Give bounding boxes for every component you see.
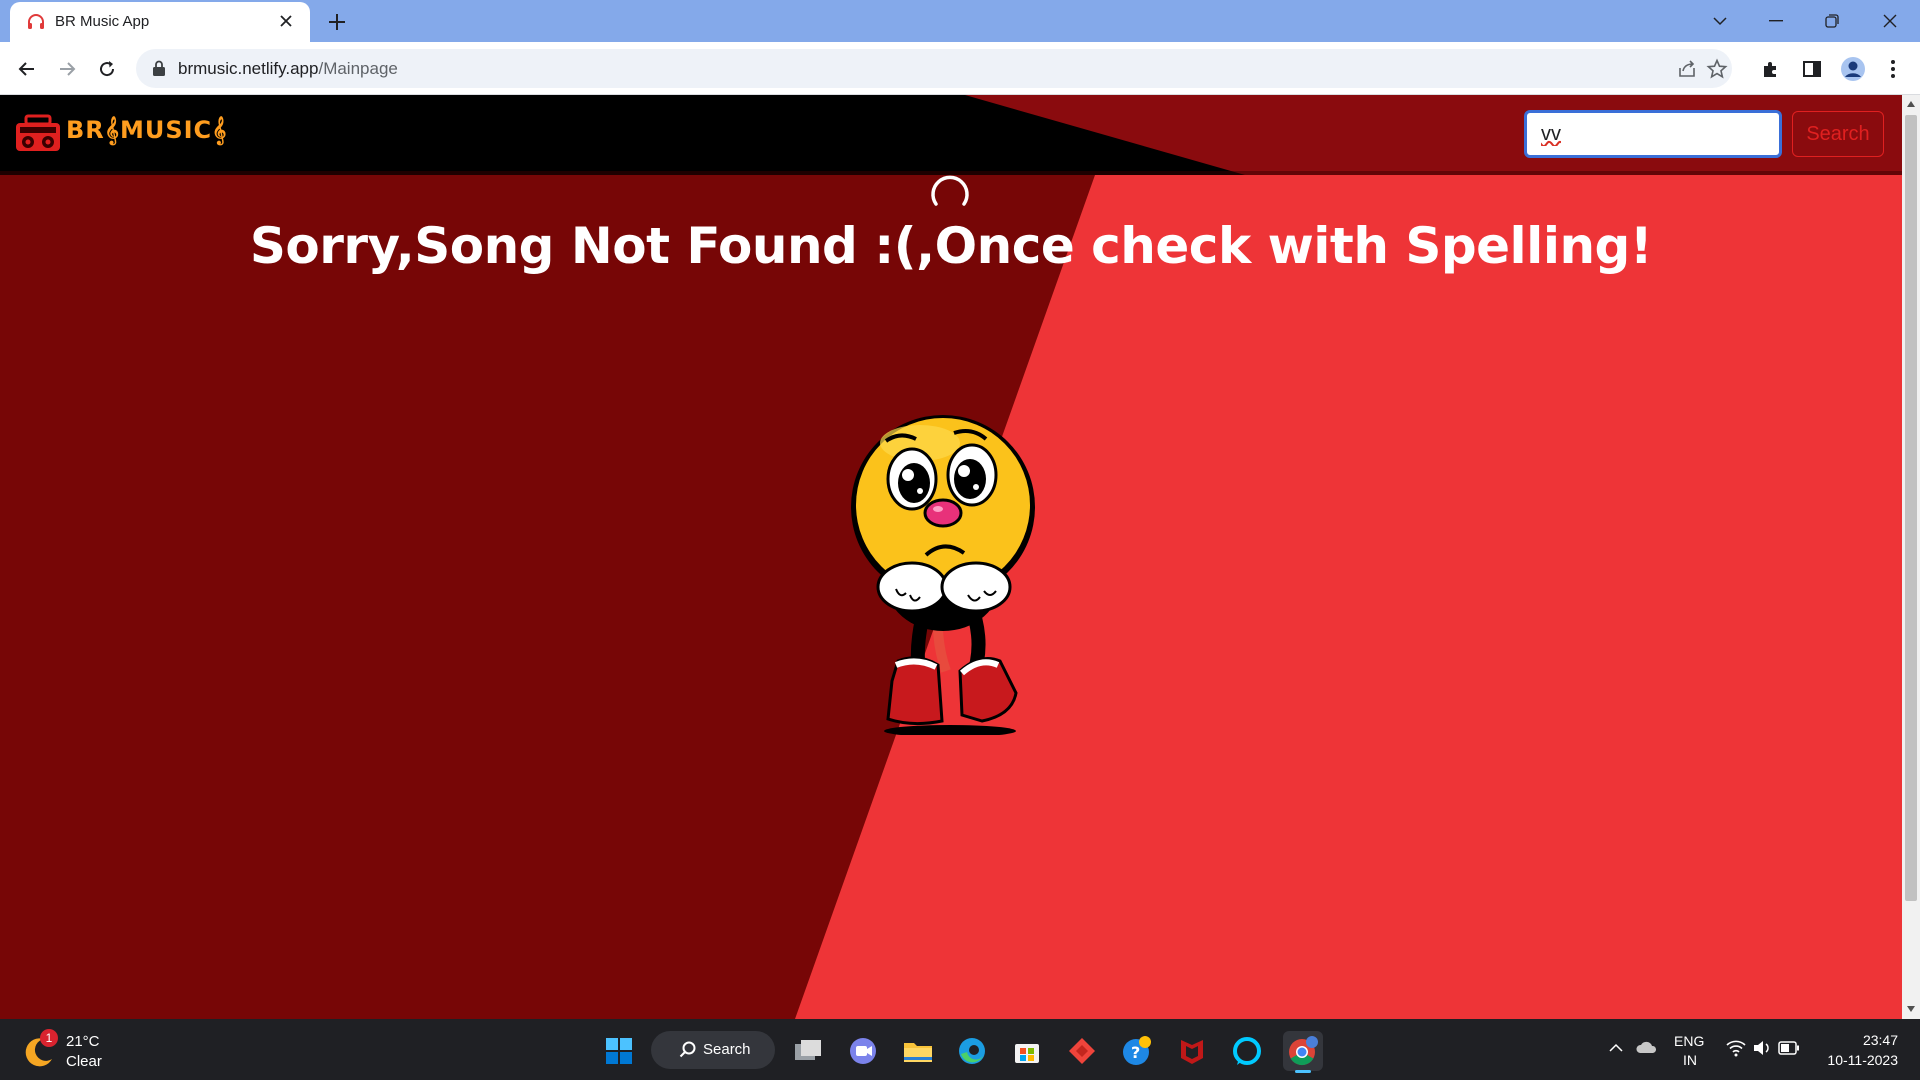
boombox-logo-icon[interactable] (14, 113, 62, 153)
windows-taskbar: 1 21°C Clear Search ? ENG IN 23:47 10-11… (0, 1019, 1920, 1080)
weather-temperature: 21°C (66, 1033, 100, 1050)
system-tray: ENG IN 23:47 10-11-2023 (1600, 1019, 1920, 1080)
weather-condition: Clear (66, 1053, 102, 1070)
scroll-up-arrow-icon[interactable] (1906, 100, 1916, 108)
chrome-taskbar-icon[interactable] (1283, 1031, 1323, 1073)
forward-icon[interactable] (52, 54, 82, 84)
browser-tab[interactable]: BR Music App (10, 2, 310, 42)
profile-avatar-icon[interactable] (1838, 54, 1868, 84)
show-hidden-icons-chevron-icon[interactable] (1608, 1043, 1624, 1053)
language-indicator-line1[interactable]: ENG (1674, 1033, 1704, 1049)
share-icon[interactable] (1676, 58, 1698, 80)
tab-title: BR Music App (55, 13, 150, 30)
volume-icon[interactable] (1752, 1039, 1772, 1057)
close-tab-icon[interactable] (276, 11, 296, 31)
weather-widget[interactable]: 1 21°C Clear (22, 1029, 142, 1073)
search-button[interactable]: Search (1792, 111, 1884, 157)
taskbar-search-label: Search (703, 1041, 751, 1058)
onedrive-icon[interactable] (1636, 1038, 1658, 1058)
get-help-icon[interactable]: ? (1117, 1031, 1157, 1071)
scroll-down-arrow-icon[interactable] (1906, 1005, 1916, 1013)
anydesk-icon[interactable] (1062, 1031, 1102, 1071)
edge-browser-icon[interactable] (952, 1031, 992, 1071)
app-logo-text[interactable]: BR𝄞MUSIC𝄞 (66, 116, 227, 144)
side-panel-icon[interactable] (1797, 54, 1827, 84)
reload-icon[interactable] (92, 54, 122, 84)
wifi-icon[interactable] (1726, 1039, 1746, 1057)
teams-chat-icon[interactable] (843, 1031, 883, 1071)
alexa-icon[interactable] (1227, 1031, 1267, 1071)
task-view-icon[interactable] (788, 1031, 828, 1071)
taskbar-search-box[interactable]: Search (651, 1031, 775, 1069)
microsoft-store-icon[interactable] (1007, 1031, 1047, 1071)
weather-notification-badge: 1 (40, 1029, 58, 1047)
lock-icon[interactable] (152, 60, 166, 77)
battery-icon[interactable] (1778, 1041, 1800, 1055)
song-not-found-message: Sorry,Song Not Found :(,Once check with … (249, 217, 1653, 275)
extensions-icon[interactable] (1756, 54, 1786, 84)
app-navbar: BR𝄞MUSIC𝄞 Search (0, 95, 1902, 175)
song-search-input[interactable] (1524, 110, 1782, 158)
file-explorer-icon[interactable] (898, 1031, 938, 1071)
active-app-indicator (1295, 1070, 1311, 1073)
mcafee-icon[interactable] (1172, 1031, 1212, 1071)
language-indicator-line2[interactable]: IN (1683, 1052, 1697, 1068)
scrollbar-thumb[interactable] (1905, 115, 1917, 901)
address-bar[interactable]: brmusic.netlify.app/Mainpage (136, 49, 1732, 88)
sad-emoji-character-illustration (851, 415, 1035, 735)
clock-date[interactable]: 10-11-2023 (1824, 1052, 1898, 1068)
headphones-favicon-icon (28, 14, 44, 29)
bookmark-star-icon[interactable] (1706, 58, 1728, 80)
tab-search-chevron-icon[interactable] (1698, 6, 1742, 36)
clock-time[interactable]: 23:47 (1824, 1032, 1898, 1048)
new-tab-icon[interactable] (324, 9, 350, 35)
url-text[interactable]: brmusic.netlify.app/Mainpage (178, 59, 398, 79)
back-icon[interactable] (12, 54, 42, 84)
restore-icon[interactable] (1810, 6, 1854, 36)
browser-toolbar: brmusic.netlify.app/Mainpage (0, 42, 1920, 95)
minimize-icon[interactable] (1754, 6, 1798, 36)
chrome-menu-icon[interactable] (1878, 54, 1908, 84)
page-scrollbar[interactable] (1902, 95, 1920, 1019)
svg-text:?: ? (1131, 1043, 1140, 1062)
window-close-icon[interactable] (1868, 6, 1912, 36)
tab-strip: BR Music App (0, 0, 1920, 42)
windows-start-icon[interactable] (599, 1031, 639, 1071)
loading-spinner-icon (931, 175, 969, 206)
search-icon (679, 1041, 696, 1058)
page-viewport: BR𝄞MUSIC𝄞 Search Sorry,Song Not Found :(… (0, 95, 1902, 1019)
